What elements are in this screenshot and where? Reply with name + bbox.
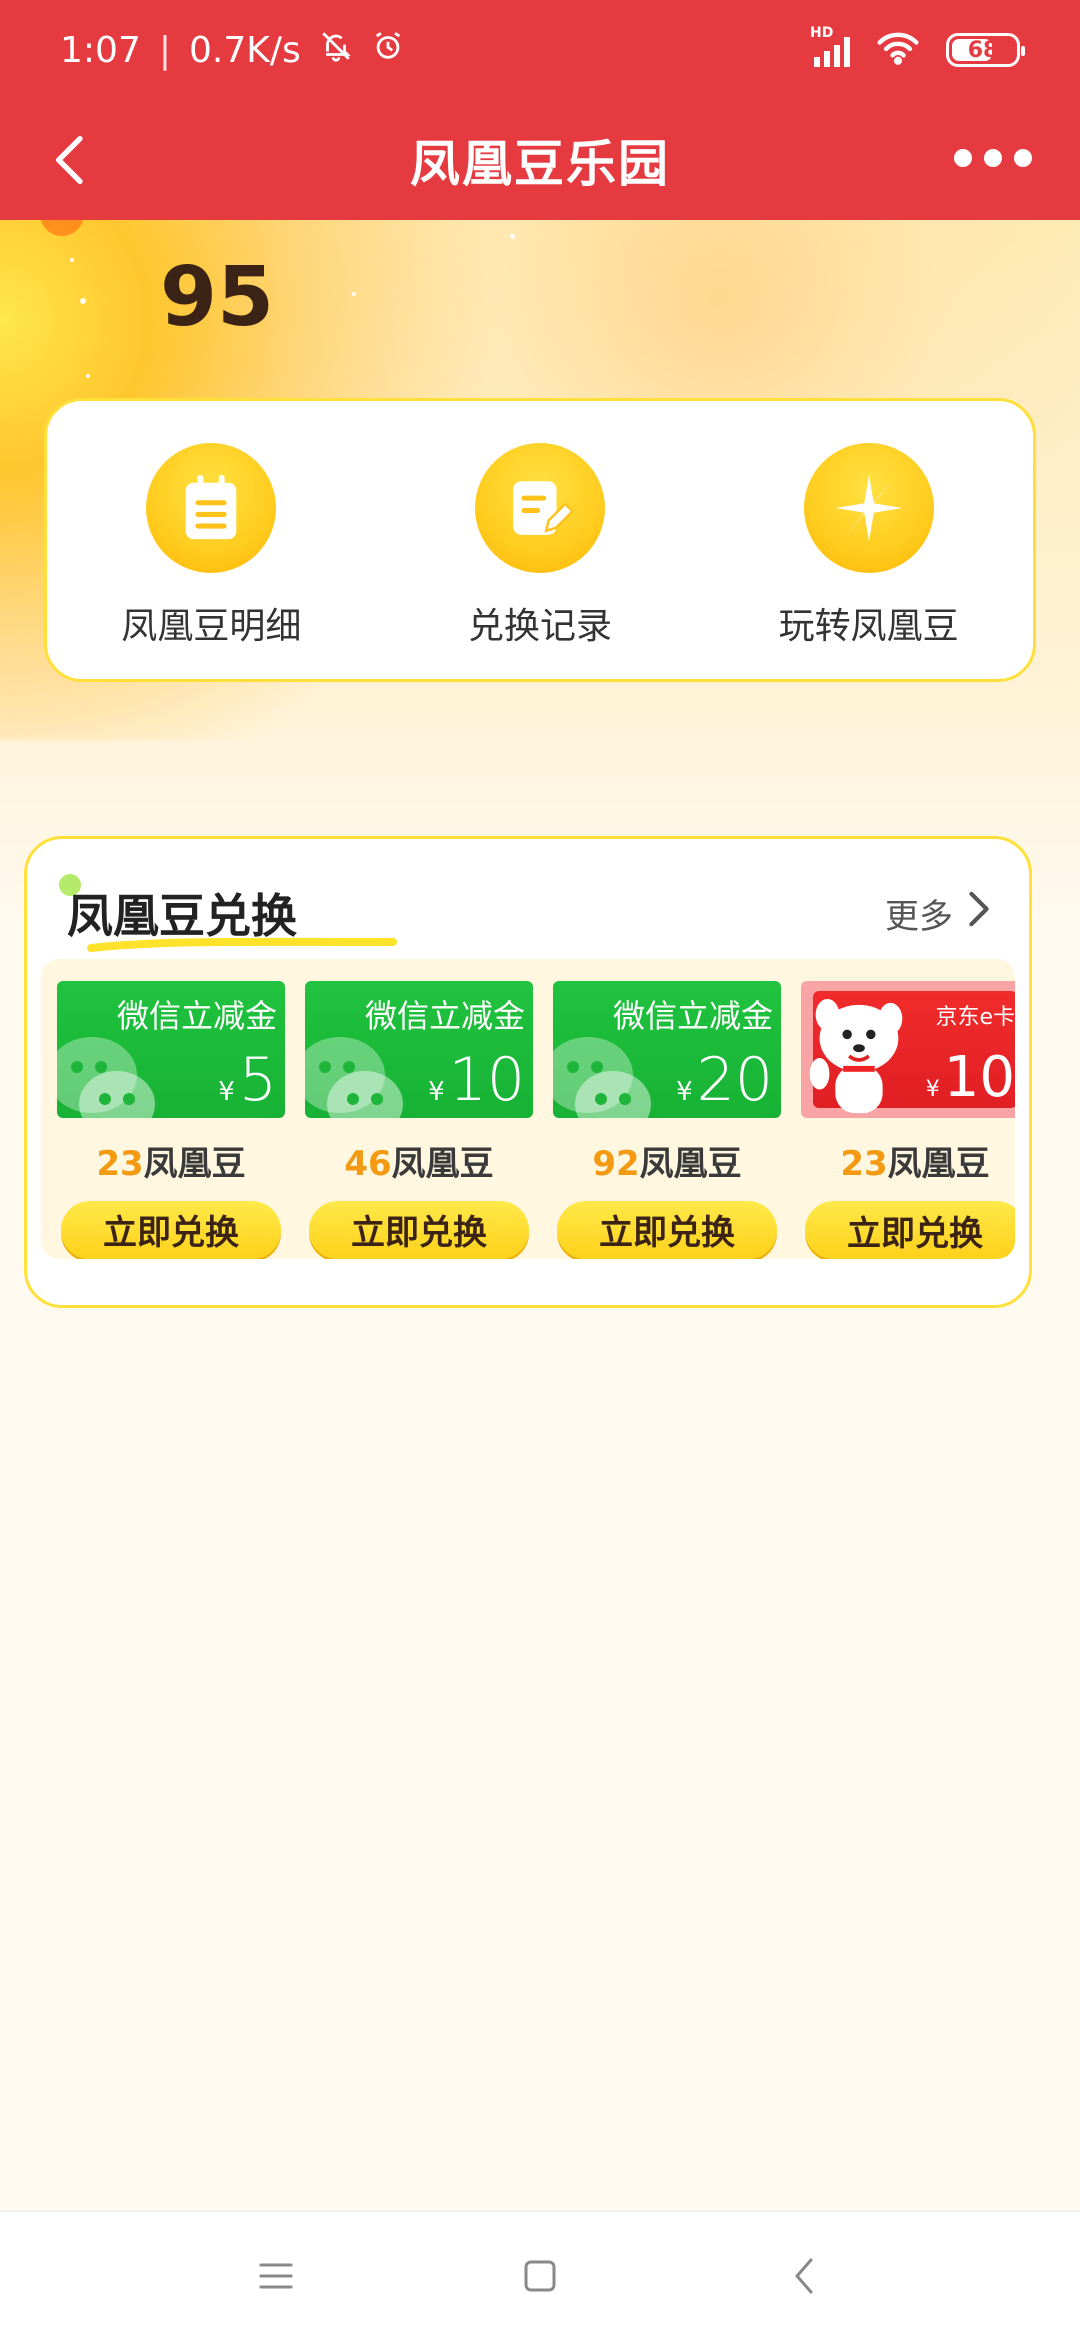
redeem-button[interactable]: 立即兑换 [309, 1200, 529, 1259]
cost-label: 23凤凰豆 [840, 1136, 989, 1185]
card-amount: ¥ 5 [218, 1050, 277, 1110]
status-left: 1:07 | 0.7K/s [60, 29, 405, 72]
card-amount: ¥ 10 [428, 1050, 525, 1110]
bean-count: 95 [160, 250, 275, 345]
back-triangle-icon[interactable] [772, 2244, 836, 2308]
cost-amount: 46 [344, 1143, 392, 1184]
mute-bell-icon [319, 29, 353, 72]
nav-bar: 凤凰豆乐园 [0, 100, 1080, 220]
section-title: 凤凰豆兑换 [59, 874, 397, 952]
more-link[interactable]: 更多 [885, 889, 993, 938]
card-title: 京东e卡 [935, 1005, 1015, 1030]
card-title: 微信立减金 [364, 997, 525, 1035]
cost-unit: 凤凰豆 [391, 1143, 494, 1184]
system-nav-bar [0, 2210, 1080, 2340]
cost-amount: 23 [840, 1144, 888, 1185]
alarm-clock-icon [371, 29, 405, 72]
status-time: 1:07 [60, 29, 141, 71]
action-label: 凤凰豆明细 [121, 606, 302, 647]
card-title: 微信立减金 [116, 997, 277, 1035]
section-title-text: 凤凰豆兑换 [67, 889, 297, 943]
quick-actions-card: 凤凰豆明细 兑换记录 玩转凤凰豆 [44, 398, 1036, 682]
card-title: 微信立减金 [612, 997, 773, 1035]
top-header: 1:07 | 0.7K/s HD 68 凤凰豆乐园 [0, 0, 1080, 220]
wechat-coupon-card[interactable]: 微信立减金 ¥ 20 [553, 981, 781, 1118]
status-bar: 1:07 | 0.7K/s HD 68 [0, 0, 1080, 100]
list-item: 微信立减金 ¥ 10 46凤凰豆 立即兑换 [305, 981, 533, 1259]
currency: ¥ [925, 1077, 940, 1103]
cost-label: 46凤凰豆 [344, 1136, 493, 1185]
battery-level: 68 [967, 37, 999, 63]
app-root: 1:07 | 0.7K/s HD 68 凤凰豆乐园 95 凤凰豆明细 兑换记录 … [0, 0, 1080, 2340]
jd-ecard[interactable]: 京东e卡 ¥ 10 [801, 981, 1015, 1119]
wechat-coupon-card[interactable]: 微信立减金 ¥ 10 [305, 981, 533, 1118]
back-arrow-icon[interactable] [40, 128, 104, 192]
page-title: 凤凰豆乐园 [410, 135, 670, 193]
cost-amount: 23 [96, 1143, 144, 1184]
cost-label: 23凤凰豆 [96, 1136, 245, 1185]
pinwheel-icon [803, 443, 934, 573]
menu-icon[interactable] [244, 2244, 308, 2308]
notepad-icon [146, 443, 277, 573]
wifi-icon [876, 31, 920, 69]
action-label: 玩转凤凰豆 [778, 606, 959, 647]
action-bean-details[interactable]: 凤凰豆明细 [61, 443, 361, 649]
card-amount: ¥ 10 [926, 1050, 1015, 1106]
wechat-coupon-card[interactable]: 微信立减金 ¥ 5 [57, 981, 285, 1118]
action-exchange-records[interactable]: 兑换记录 [390, 443, 690, 649]
list-item: 微信立减金 ¥ 5 23凤凰豆 立即兑换 [57, 981, 285, 1259]
bean-exchange-section: 凤凰豆兑换 更多 微信立减金 ¥ 5 23凤凰豆 立即兑换 微信立减金 ¥ 10… [24, 836, 1032, 1308]
network-type-label: HD [810, 25, 834, 41]
signal-icon: HD [810, 25, 850, 67]
redeem-button[interactable]: 立即兑换 [61, 1200, 281, 1259]
redeem-button[interactable]: 立即兑换 [557, 1200, 777, 1259]
cost-unit: 凤凰豆 [143, 1143, 246, 1184]
cost-label: 92凤凰豆 [592, 1136, 741, 1185]
more-options-icon[interactable] [954, 138, 1044, 178]
card-amount: ¥ 20 [676, 1050, 773, 1110]
status-right: HD 68 [810, 25, 1025, 69]
jd-mascot-dog-icon [809, 998, 903, 1114]
exchange-header: 凤凰豆兑换 更多 [59, 873, 993, 953]
currency: ¥ [218, 1076, 235, 1107]
action-label: 兑换记录 [467, 606, 612, 647]
chevron-right-icon [965, 890, 993, 937]
list-item: 京东e卡 ¥ 10 23凤凰豆 立即兑换 [801, 981, 1015, 1259]
cost-unit: 凤凰豆 [887, 1144, 990, 1185]
cost-amount: 92 [592, 1143, 640, 1184]
cost-unit: 凤凰豆 [639, 1143, 742, 1184]
amount: 10 [943, 1045, 1015, 1111]
bean-balance-area: 95 [0, 192, 1080, 390]
action-play-beans[interactable]: 玩转凤凰豆 [719, 443, 1019, 649]
currency: ¥ [428, 1076, 445, 1107]
status-network-speed: 0.7K/s [188, 29, 301, 71]
exchange-list: 微信立减金 ¥ 5 23凤凰豆 立即兑换 微信立减金 ¥ 10 46凤凰豆 立即… [41, 959, 1015, 1259]
record-edit-icon [474, 443, 605, 573]
amount: 5 [238, 1044, 277, 1115]
amount: 20 [696, 1044, 773, 1115]
currency: ¥ [676, 1076, 693, 1107]
home-square-icon[interactable] [508, 2244, 572, 2308]
more-label: 更多 [885, 896, 953, 937]
list-item: 微信立减金 ¥ 20 92凤凰豆 立即兑换 [553, 981, 781, 1259]
amount: 10 [448, 1044, 525, 1115]
status-divider: | [158, 29, 171, 71]
battery-indicator: 68 [946, 33, 1025, 67]
redeem-button[interactable]: 立即兑换 [805, 1201, 1015, 1259]
